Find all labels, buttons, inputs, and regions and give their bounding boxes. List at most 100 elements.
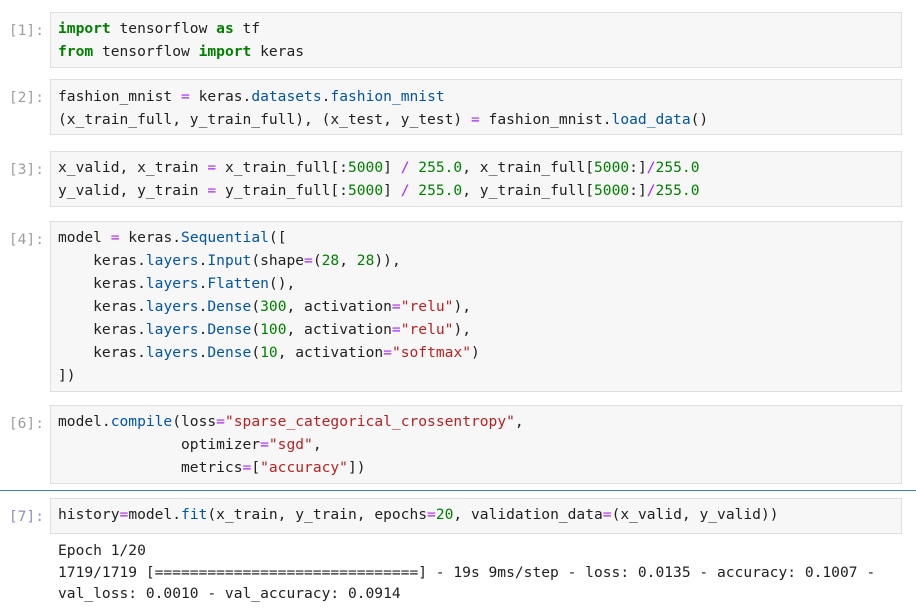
code-token: ( [312, 252, 322, 269]
code-token: (x_train, y_train, epochs [207, 506, 428, 523]
code-token: x_valid, x_train [58, 159, 208, 176]
code-token: load_data [611, 111, 691, 128]
code-token: ) [471, 344, 480, 361]
code-token: 255.0 [409, 182, 463, 199]
code-token: ( [251, 298, 261, 315]
code-token: keras. [58, 275, 146, 292]
code-token: (x_train_full, y_train_full), (x_test, y… [58, 111, 471, 128]
code-token: keras. [119, 229, 182, 246]
cell-prompt: [2]: [8, 89, 44, 106]
code-token: ), [453, 298, 472, 315]
code-token: metrics [58, 459, 243, 476]
output-line-metrics: val_loss: 0.0010 - val_accuracy: 0.0914 [58, 585, 401, 602]
code-token: layers [145, 321, 199, 338]
code-token: , [339, 252, 357, 269]
active-cell-indicator [0, 490, 916, 491]
code-token: , activation [277, 344, 384, 361]
code-token: , y_train_full[ [462, 182, 595, 199]
code-token: 255.0 [409, 159, 463, 176]
code-token: = [602, 506, 612, 523]
code-token: layers [145, 275, 199, 292]
code-token: = [110, 229, 120, 246]
code-token: ( [251, 344, 261, 361]
code-token: = [207, 182, 217, 199]
code-token: as [216, 20, 234, 37]
code-token: from [58, 43, 94, 60]
code-token: ] [383, 159, 401, 176]
code-token: tf [233, 20, 261, 37]
code-token: "sparse_categorical_crossentropy" [224, 413, 515, 430]
code-token: 5000 [594, 182, 630, 199]
code-token: layers [145, 252, 199, 269]
code-text: model.compile(loss="sparse_categorical_c… [58, 410, 524, 479]
code-token: , validation_data [453, 506, 603, 523]
code-token: keras. [58, 321, 146, 338]
code-token: = [304, 252, 313, 269]
code-token: model. [128, 506, 182, 523]
code-token: = [242, 459, 252, 476]
code-token: :] [629, 182, 647, 199]
code-token: = [470, 111, 480, 128]
code-token: Dense [207, 321, 252, 338]
code-token: ] [383, 182, 401, 199]
code-token: = [119, 506, 129, 523]
code-token: import [58, 20, 111, 37]
code-token: optimizer [58, 436, 261, 453]
code-token: layers [145, 344, 199, 361]
code-token: (loss [172, 413, 217, 430]
cell-prompt: [7]: [8, 508, 44, 525]
code-token: keras. [58, 252, 146, 269]
code-token: 5000 [347, 182, 384, 199]
code-token: y_valid, y_train [58, 182, 208, 199]
code-token: = [427, 506, 436, 523]
code-token: 255.0 [655, 159, 700, 176]
code-token: tensorflow [110, 20, 217, 37]
code-token: keras [251, 43, 305, 60]
cell-prompt: [4]: [8, 231, 44, 248]
code-token: = [260, 436, 269, 453]
code-token: , activation [286, 298, 392, 315]
code-token: / [646, 182, 656, 199]
code-token: fashion_mnist [330, 88, 445, 105]
code-token: )), [374, 252, 401, 269]
code-token: ]) [347, 459, 366, 476]
code-token: "accuracy" [260, 459, 348, 476]
code-token: (), [268, 275, 296, 292]
output-line-progress: 1719/1719 [=============================… [58, 563, 876, 581]
code-token: 300 [260, 298, 287, 315]
code-token: 10 [260, 344, 278, 361]
code-token: , [514, 413, 524, 430]
code-token: fashion_mnist. [479, 111, 612, 128]
code-token: = [181, 88, 190, 105]
code-token: datasets [251, 88, 322, 105]
code-text: history=model.fit(x_train, y_train, epoc… [58, 503, 779, 526]
code-token: tensorflow [93, 43, 199, 60]
code-text: import tensorflow as tf from tensorflow … [58, 17, 304, 63]
code-token: y_train_full[: [216, 182, 348, 199]
cell-output: Epoch 1/20 1719/1719 [==================… [0, 539, 916, 609]
code-token: import [198, 43, 252, 60]
code-token: / [400, 182, 410, 199]
code-token: / [646, 159, 656, 176]
code-token: 28 [321, 252, 340, 269]
code-token: "sgd" [268, 436, 313, 453]
code-token: layers [145, 298, 199, 315]
code-text: x_valid, x_train = x_train_full[:5000] /… [58, 156, 699, 202]
code-token: compile [110, 413, 173, 430]
cell-prompt: [3]: [8, 161, 44, 178]
code-token: Sequential [181, 229, 269, 246]
code-token: , activation [286, 321, 392, 338]
code-token: (shape [251, 252, 305, 269]
code-token: Dense [207, 344, 252, 361]
code-token: , x_train_full[ [462, 159, 595, 176]
code-token: 255.0 [655, 182, 700, 199]
code-token: (x_valid, y_valid)) [611, 506, 779, 523]
code-token: keras. [58, 344, 146, 361]
code-token: ), [453, 321, 472, 338]
code-token: keras. [58, 298, 146, 315]
code-token: , [312, 436, 322, 453]
code-token: = [391, 298, 401, 315]
code-token: Flatten [207, 275, 269, 292]
code-token: 100 [260, 321, 287, 338]
code-token: history [58, 506, 120, 523]
